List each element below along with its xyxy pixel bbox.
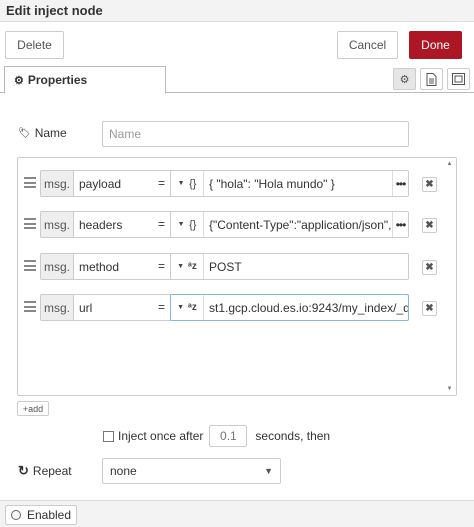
msg-prefix: msg. bbox=[41, 295, 74, 320]
string-icon: ᵃz bbox=[188, 301, 197, 313]
drag-handle-icon[interactable] bbox=[24, 260, 36, 271]
json-type-button[interactable]: ▼ {} bbox=[171, 171, 204, 196]
caret-down-icon: ▼ bbox=[177, 263, 185, 270]
json-icon: {} bbox=[189, 218, 197, 231]
enabled-label: Enabled bbox=[26, 508, 72, 522]
appearance-tab-button[interactable] bbox=[447, 68, 470, 90]
expand-editor-icon[interactable]: ••• bbox=[392, 212, 408, 237]
close-icon: ✖ bbox=[425, 262, 434, 273]
property-row: msg. method = ▼ ᵃz POST ✖ bbox=[18, 252, 448, 282]
msg-prefix: msg. bbox=[41, 212, 74, 237]
inject-delay-input[interactable] bbox=[209, 425, 248, 447]
settings-tab-button[interactable]: ⚙ bbox=[393, 68, 416, 90]
cancel-button[interactable]: Cancel bbox=[337, 31, 398, 59]
property-name: url bbox=[79, 300, 93, 315]
gear-icon: ⚙ bbox=[14, 74, 24, 87]
drag-handle-icon[interactable] bbox=[24, 301, 36, 312]
msg-prefix: msg. bbox=[41, 171, 74, 196]
remove-row-button[interactable]: ✖ bbox=[422, 260, 437, 275]
property-value-field[interactable]: ▼ ᵃz POST bbox=[170, 253, 409, 280]
property-name: method bbox=[79, 259, 120, 274]
equals-sign: = bbox=[158, 217, 166, 231]
json-icon: {} bbox=[189, 177, 197, 190]
repeat-select[interactable]: none ▼ bbox=[102, 458, 281, 484]
caret-down-icon: ▼ bbox=[177, 221, 185, 228]
delete-button[interactable]: Delete bbox=[5, 31, 64, 59]
name-label-text: Name bbox=[34, 126, 67, 140]
tab-bar: ⚙ Properties ⚙ bbox=[0, 66, 474, 94]
property-name-field[interactable]: msg. method bbox=[40, 253, 173, 280]
string-icon: ᵃz bbox=[188, 260, 197, 272]
property-value: POST bbox=[209, 259, 242, 274]
string-type-button[interactable]: ▼ ᵃz bbox=[171, 295, 204, 320]
refresh-icon: ↻ bbox=[18, 463, 29, 478]
property-row: msg. headers = ▼ {} {"Content-Type":"appl… bbox=[18, 210, 448, 240]
equals-sign: = bbox=[158, 300, 166, 314]
property-row: msg. payload = ▼ {} { "hola": "Hola mundo… bbox=[18, 169, 448, 199]
caret-down-icon: ▼ bbox=[177, 304, 185, 311]
inject-once-label: Inject once after bbox=[118, 429, 204, 443]
property-name-field[interactable]: msg. headers bbox=[40, 211, 173, 238]
toggle-circle-icon bbox=[10, 510, 21, 520]
tab-properties[interactable]: ⚙ Properties bbox=[4, 66, 166, 94]
node-appearance-icon bbox=[452, 73, 465, 85]
property-row: msg. url = ▼ ᵃz st1.gcp.cloud.es.io:9243/… bbox=[18, 293, 448, 323]
property-value: st1.gcp.cloud.es.io:9243/my_index/_doc bbox=[209, 300, 408, 315]
drag-handle-icon[interactable] bbox=[24, 218, 36, 229]
close-icon: ✖ bbox=[425, 303, 434, 314]
add-property-button[interactable]: +add bbox=[17, 401, 49, 416]
caret-down-icon: ▼ bbox=[177, 180, 185, 187]
close-icon: ✖ bbox=[425, 179, 434, 190]
remove-row-button[interactable]: ✖ bbox=[422, 301, 437, 316]
dialog-header: Edit inject node bbox=[0, 0, 474, 22]
repeat-label-text: Repeat bbox=[32, 464, 72, 478]
tab-properties-label: Properties bbox=[27, 73, 88, 87]
done-button[interactable]: Done bbox=[409, 31, 462, 59]
close-icon: ✖ bbox=[425, 220, 434, 231]
property-name-field[interactable]: msg. url bbox=[40, 294, 173, 321]
dialog-footer: Enabled bbox=[0, 500, 474, 527]
gear-icon: ⚙ bbox=[399, 73, 410, 86]
property-list[interactable]: ▲ msg. payload = ▼ {} { "hola": "Hola mun… bbox=[17, 157, 457, 396]
property-name-field[interactable]: msg. payload bbox=[40, 170, 173, 197]
msg-prefix: msg. bbox=[41, 254, 74, 279]
scroll-down-icon[interactable]: ▼ bbox=[445, 385, 454, 393]
equals-sign: = bbox=[158, 259, 166, 273]
repeat-select-value: none bbox=[110, 464, 137, 478]
description-tab-button[interactable] bbox=[420, 68, 443, 90]
name-label: 🏷 Name bbox=[18, 126, 67, 140]
property-name: headers bbox=[79, 217, 123, 232]
dialog-title: Edit inject node bbox=[6, 3, 103, 18]
scroll-up-icon[interactable]: ▲ bbox=[445, 160, 454, 168]
property-value: { "hola": "Hola mundo" } bbox=[209, 176, 335, 191]
name-input[interactable] bbox=[102, 121, 409, 147]
string-type-button[interactable]: ▼ ᵃz bbox=[171, 254, 204, 279]
tag-icon: 🏷 bbox=[18, 127, 31, 139]
property-name: payload bbox=[79, 176, 122, 191]
property-value-field[interactable]: ▼ {} { "hola": "Hola mundo" } ••• bbox=[170, 170, 409, 197]
json-type-button[interactable]: ▼ {} bbox=[171, 212, 204, 237]
property-value-field[interactable]: ▼ {} {"Content-Type":"application/json","… bbox=[170, 211, 409, 238]
inject-suffix-label: seconds, then bbox=[255, 429, 331, 443]
remove-row-button[interactable]: ✖ bbox=[422, 218, 437, 233]
inject-once-checkbox[interactable] bbox=[103, 430, 114, 442]
inject-once-row: Inject once after seconds, then bbox=[103, 425, 330, 447]
repeat-label: ↻ Repeat bbox=[18, 463, 72, 479]
file-icon bbox=[426, 72, 437, 86]
expand-editor-icon[interactable]: ••• bbox=[392, 171, 408, 196]
equals-sign: = bbox=[158, 176, 166, 190]
chevron-down-icon: ▼ bbox=[264, 466, 273, 476]
drag-handle-icon[interactable] bbox=[24, 177, 36, 188]
property-value-field[interactable]: ▼ ᵃz st1.gcp.cloud.es.io:9243/my_index/_d… bbox=[170, 294, 409, 321]
property-value: {"Content-Type":"application/json","A bbox=[209, 217, 392, 232]
remove-row-button[interactable]: ✖ bbox=[422, 177, 437, 192]
enabled-toggle[interactable]: Enabled bbox=[5, 505, 77, 525]
